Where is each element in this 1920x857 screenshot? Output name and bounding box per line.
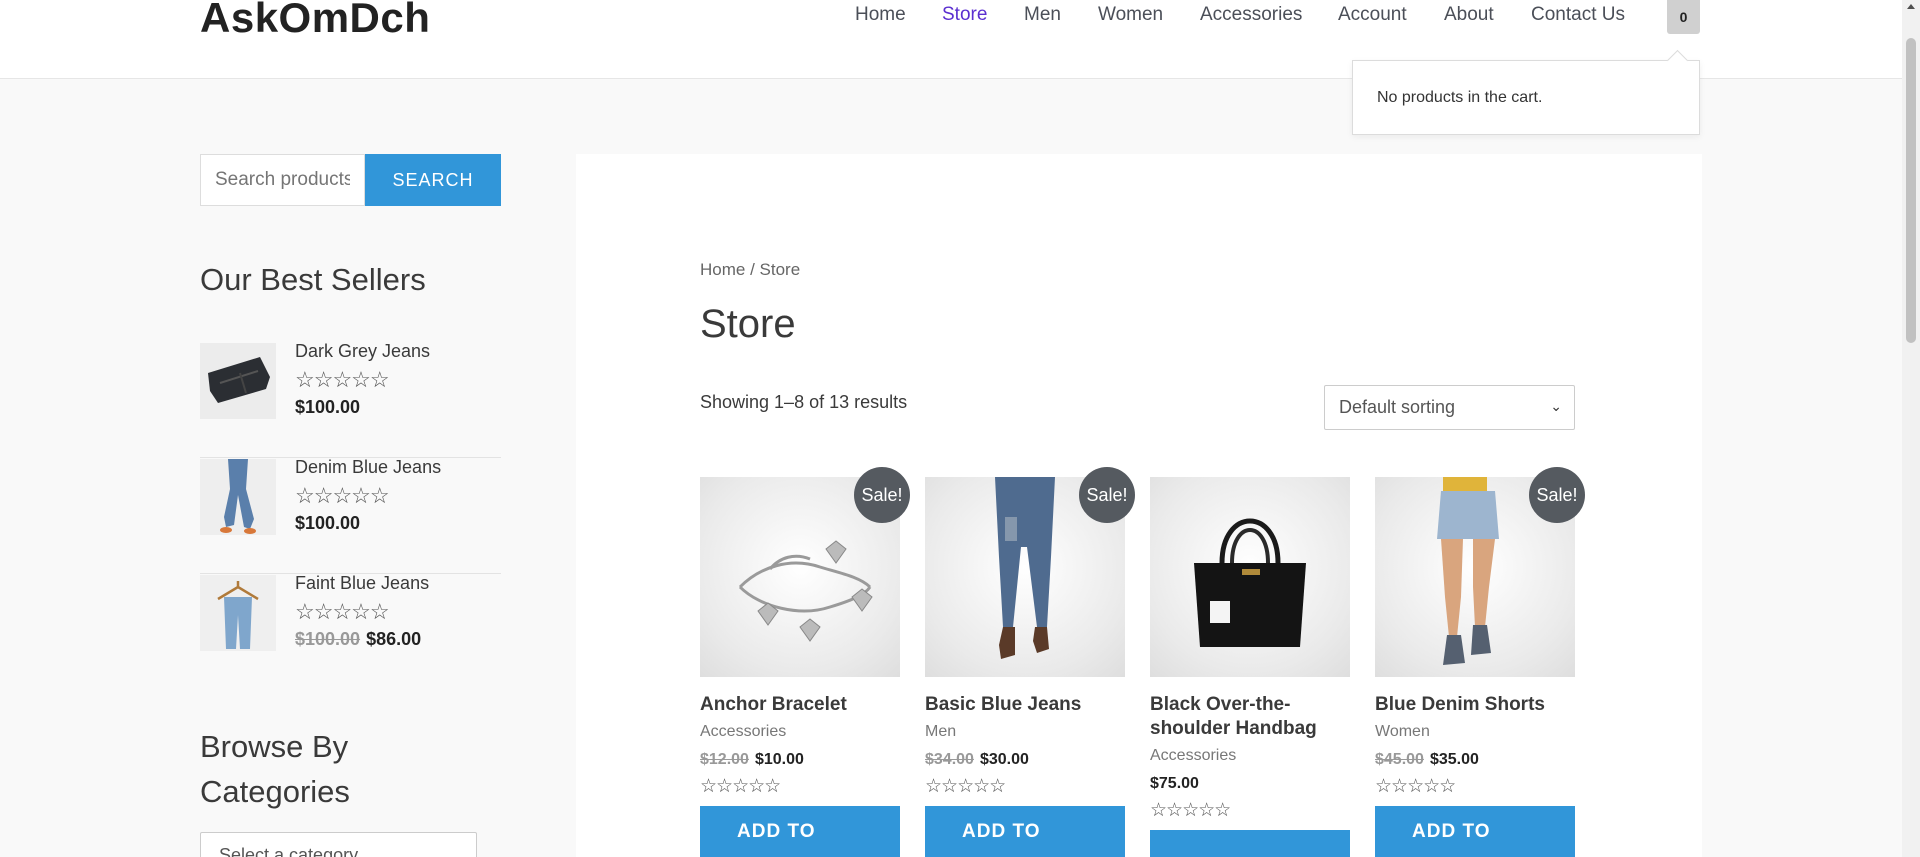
add-to-cart-button[interactable]: ADD TO xyxy=(1375,806,1575,857)
sale-badge: Sale! xyxy=(1079,467,1135,523)
price-current: $10.00 xyxy=(754,751,804,768)
best-seller-price: $100.00 xyxy=(295,397,360,418)
product-image[interactable]: Sale! xyxy=(700,467,910,677)
nav-men[interactable]: Men xyxy=(1024,4,1061,26)
product-name[interactable]: Blue Denim Shorts xyxy=(1375,693,1575,717)
breadcrumb: Home / Store xyxy=(700,260,801,279)
dark-grey-jeans-thumbnail[interactable] xyxy=(200,343,276,419)
star-rating: ☆☆☆☆☆ xyxy=(925,776,1006,797)
nav-accessories[interactable]: Accessories xyxy=(1200,4,1302,26)
price-current: $100.00 xyxy=(295,397,361,417)
sort-selected-value: Default sorting xyxy=(1339,397,1456,417)
star-rating: ☆☆☆☆☆ xyxy=(700,776,781,797)
best-seller-item[interactable]: Faint Blue Jeans ☆☆☆☆☆ $100.00 $86.00 xyxy=(200,573,501,690)
best-seller-item[interactable]: Denim Blue Jeans ☆☆☆☆☆ $100.00 xyxy=(200,457,501,574)
product-card: Sale! Basic Blue Jeans Men $34.00 $30.00 … xyxy=(925,467,1135,857)
price-current: $30.00 xyxy=(979,751,1029,768)
price-current: $35.00 xyxy=(1429,751,1479,768)
product-price: $45.00 $35.00 xyxy=(1375,751,1575,769)
star-rating: ☆☆☆☆☆ xyxy=(1375,776,1456,797)
product-price: $75.00 xyxy=(1150,775,1350,793)
add-to-cart-button[interactable]: ADD TO xyxy=(700,806,900,857)
product-category: Women xyxy=(1375,723,1430,740)
price-current: $75.00 xyxy=(1150,775,1199,792)
browse-categories-title-line1: Browse By xyxy=(200,729,349,764)
best-seller-price: $100.00 xyxy=(295,513,360,534)
product-price: $12.00 $10.00 xyxy=(700,751,900,769)
add-to-cart-button[interactable]: ADD TO xyxy=(925,806,1125,857)
best-seller-name[interactable]: Denim Blue Jeans xyxy=(295,457,441,478)
product-card: Black Over-the-shoulder Handbag Accessor… xyxy=(1150,477,1350,857)
product-price: $34.00 $30.00 xyxy=(925,751,1125,769)
best-seller-item[interactable]: Dark Grey Jeans ☆☆☆☆☆ $100.00 xyxy=(200,341,501,458)
price-original: $12.00 xyxy=(700,751,749,768)
site-logo[interactable]: AskOmDch xyxy=(200,0,430,42)
best-seller-name[interactable]: Faint Blue Jeans xyxy=(295,573,429,594)
browse-categories-title: Browse By Categories xyxy=(200,724,350,814)
product-category: Accessories xyxy=(1150,747,1237,764)
faint-blue-jeans-thumbnail[interactable] xyxy=(200,575,276,651)
product-image[interactable] xyxy=(1150,477,1350,677)
browse-categories-title-line2: Categories xyxy=(200,774,350,809)
scrollbar-thumb[interactable] xyxy=(1906,38,1916,343)
sale-badge: Sale! xyxy=(1529,467,1585,523)
product-name[interactable]: Black Over-the-shoulder Handbag xyxy=(1150,693,1350,741)
denim-blue-jeans-thumbnail[interactable] xyxy=(200,459,276,535)
sale-badge: Sale! xyxy=(854,467,910,523)
best-seller-name[interactable]: Dark Grey Jeans xyxy=(295,341,430,362)
cart-count-button[interactable]: 0 xyxy=(1667,0,1700,34)
product-category: Men xyxy=(925,723,957,740)
price-original: $34.00 xyxy=(925,751,974,768)
product-card: Sale! Blue Denim Shorts Women $45.00 $35.… xyxy=(1375,467,1585,857)
cart-empty-message: No products in the cart. xyxy=(1377,89,1543,106)
product-name[interactable]: Basic Blue Jeans xyxy=(925,693,1125,717)
price-current: $100.00 xyxy=(295,513,361,533)
nav-home[interactable]: Home xyxy=(855,4,906,26)
product-image[interactable]: Sale! xyxy=(925,467,1135,677)
category-select[interactable]: Select a category xyxy=(200,832,477,857)
search-button[interactable]: SEARCH xyxy=(365,154,501,206)
nav-account[interactable]: Account xyxy=(1338,4,1407,26)
star-rating: ☆☆☆☆☆ xyxy=(295,367,390,392)
best-sellers-title: Our Best Sellers xyxy=(200,262,426,297)
star-rating: ☆☆☆☆☆ xyxy=(295,599,390,624)
nav-women[interactable]: Women xyxy=(1098,4,1163,26)
scroll-up-arrow-icon[interactable] xyxy=(1907,4,1915,9)
price-original: $100.00 xyxy=(295,629,361,649)
search-input[interactable] xyxy=(200,154,365,206)
price-current: $86.00 xyxy=(366,629,422,649)
mini-cart-dropdown: No products in the cart. xyxy=(1352,60,1700,135)
price-original: $45.00 xyxy=(1375,751,1424,768)
product-name[interactable]: Anchor Bracelet xyxy=(700,693,900,717)
product-card: Sale! Anchor Bracelet Accessories $12.00… xyxy=(700,467,910,857)
best-seller-price: $100.00 $86.00 xyxy=(295,629,421,650)
result-count: Showing 1–8 of 13 results xyxy=(700,392,908,412)
page-title: Store xyxy=(700,302,796,346)
chevron-down-icon: ⌄ xyxy=(1550,398,1562,414)
star-rating: ☆☆☆☆☆ xyxy=(1150,800,1231,821)
star-rating: ☆☆☆☆☆ xyxy=(295,483,390,508)
add-to-cart-button[interactable] xyxy=(1150,830,1350,857)
page-scrollbar[interactable] xyxy=(1902,0,1920,857)
product-image[interactable]: Sale! xyxy=(1375,467,1585,677)
nav-about[interactable]: About xyxy=(1444,4,1494,26)
sort-select[interactable]: Default sorting ⌄ xyxy=(1324,385,1575,430)
nav-contact-us[interactable]: Contact Us xyxy=(1531,4,1625,26)
nav-store[interactable]: Store xyxy=(942,4,987,26)
product-category: Accessories xyxy=(700,723,787,740)
